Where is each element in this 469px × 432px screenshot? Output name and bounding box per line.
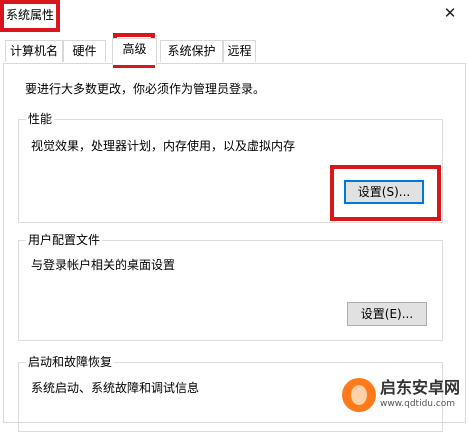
tab-hardware[interactable]: 硬件	[63, 40, 106, 62]
highlight-window-title	[0, 0, 60, 32]
user-profiles-group-title: 用户配置文件	[26, 232, 103, 248]
tab-advanced[interactable]: 高级	[112, 38, 157, 65]
watermark: 启东安卓网 www.qdtidu.com	[342, 376, 466, 414]
tab-remote[interactable]: 远程	[223, 40, 256, 62]
performance-group-title: 性能	[26, 111, 55, 127]
tab-computer-name[interactable]: 计算机名	[5, 40, 63, 62]
performance-description: 视觉效果，处理器计划，内存使用，以及虚拟内存	[31, 139, 296, 153]
startup-recovery-group-title: 启动和故障恢复	[26, 354, 115, 370]
tab-strip: 计算机名 硬件 高级 系统保护 远程	[0, 0, 469, 65]
admin-notice: 要进行大多数更改，你必须作为管理员登录。	[25, 82, 266, 96]
tab-system-protection[interactable]: 系统保护	[160, 40, 223, 62]
user-profiles-settings-button[interactable]: 设置(E)...	[347, 302, 427, 326]
startup-recovery-description: 系统启动、系统故障和调试信息	[31, 381, 200, 395]
watermark-url: www.qdtidu.com	[380, 399, 456, 409]
watermark-logo-icon	[342, 378, 376, 412]
watermark-name: 启东安卓网	[380, 378, 461, 397]
user-profiles-description: 与登录帐户相关的桌面设置	[31, 258, 176, 272]
highlight-performance-settings	[330, 165, 441, 221]
